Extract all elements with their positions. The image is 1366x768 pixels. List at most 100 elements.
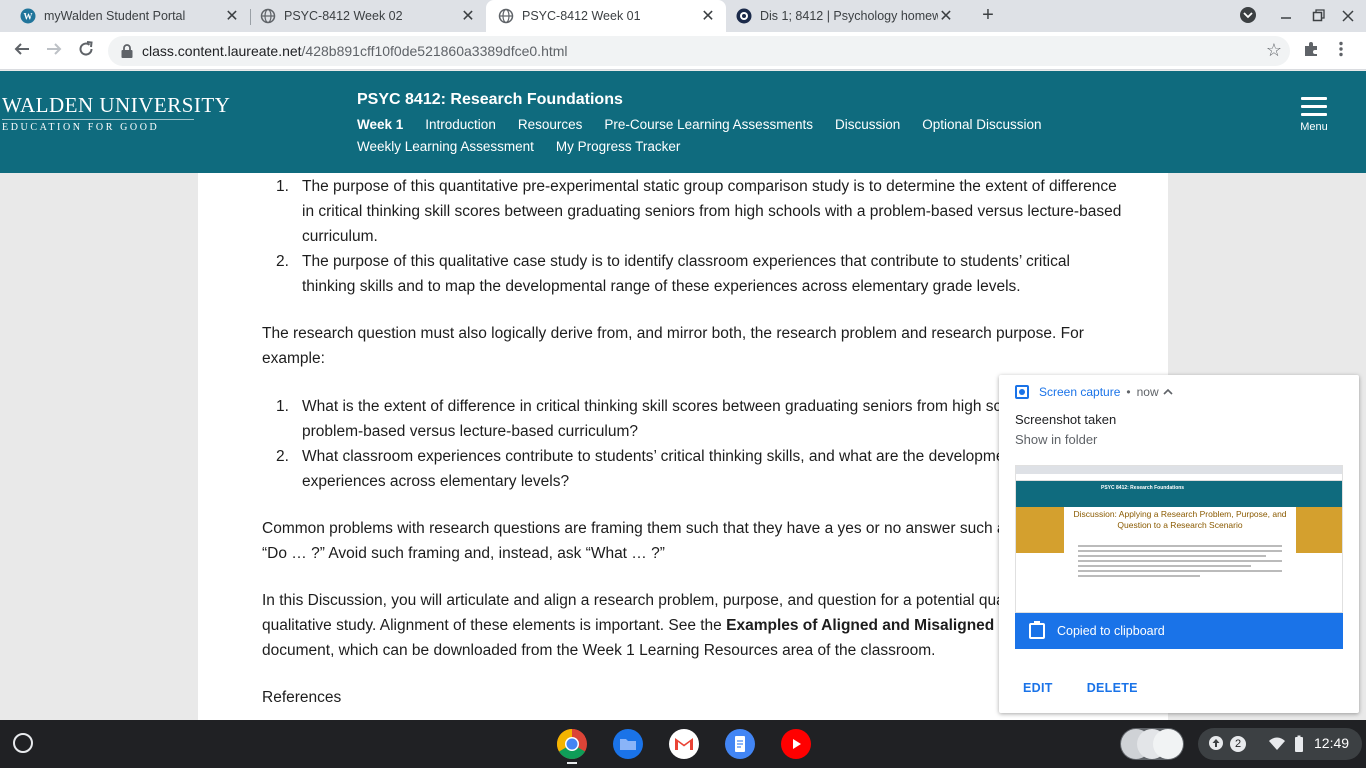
screen-capture-icon [1015,385,1029,399]
thumbnail-urlbar [1016,474,1342,481]
notification-time: now [1136,385,1159,399]
nav-discussion[interactable]: Discussion [835,114,900,136]
walden-logo[interactable]: WALDEN UNIVERSITY EDUCATION FOR GOOD [2,93,231,133]
wordpress-icon: W [20,8,36,24]
list-item-text: The purpose of this quantitative pre-exp… [302,178,1122,245]
list-item-text: What classroom experiences contribute to… [302,448,1091,490]
minimize-icon[interactable] [1276,6,1296,27]
logo-tagline: EDUCATION FOR GOOD [2,119,194,133]
clipboard-icon [1029,621,1045,639]
lock-icon[interactable] [120,43,134,59]
close-tab-icon[interactable]: ✕ [460,6,476,26]
menu-button[interactable]: Menu [1296,97,1332,133]
nav-pre-course-assessments[interactable]: Pre-Course Learning Assessments [604,114,813,136]
back-icon[interactable] [11,40,33,62]
nav-week-1[interactable]: Week 1 [357,114,403,136]
chrome-icon[interactable] [556,728,588,760]
close-tab-icon[interactable]: ✕ [700,6,716,26]
extensions-icon[interactable] [1300,40,1322,62]
list-number: 2. [276,253,289,270]
more-menu-icon[interactable] [1330,40,1352,62]
screenshot-thumbnail[interactable]: PSYC 8412: Research Foundations Discussi… [1015,465,1343,613]
nav-optional-discussion[interactable]: Optional Discussion [922,114,1041,136]
delete-button[interactable]: DELETE [1087,681,1138,695]
list-item: 1. What is the extent of difference in cr… [262,394,1122,444]
references-heading: References [262,689,342,706]
list-item-text: What is the extent of difference in crit… [302,398,1084,440]
nav-weekly-learning-assessment[interactable]: Weekly Learning Assessment [357,136,534,158]
bookmark-star-icon[interactable]: ☆ [1266,40,1282,61]
course-nav: Week 1 Introduction Resources Pre-Course Le… [357,114,1227,158]
launcher-icon[interactable] [13,733,33,753]
globe-icon [498,8,514,24]
site-header: WALDEN UNIVERSITY EDUCATION FOR GOOD PSY… [0,71,1366,173]
notification-header[interactable]: Screen capture • now [1015,385,1173,399]
upload-icon [1208,735,1224,754]
close-tab-icon[interactable]: ✕ [224,6,240,26]
address-bar[interactable]: class.content.laureate.net/428b891cff10f… [108,36,1290,66]
url-domain: class.content.laureate.net [142,43,302,59]
nav-introduction[interactable]: Introduction [425,114,496,136]
svg-text:W: W [24,12,33,22]
tab-title: PSYC-8412 Week 02 [284,9,403,23]
list-item: 2. What classroom experiences contribute … [262,444,1122,494]
list-number: 1. [276,178,289,195]
active-app-indicator [567,762,577,764]
list-number: 1. [276,398,289,415]
edit-button[interactable]: EDIT [1023,681,1053,695]
status-tray[interactable]: 2 12:49 [1198,728,1362,760]
tab-mywalden[interactable]: W myWalden Student Portal ✕ [0,0,250,32]
notification-count-badge: 2 [1230,736,1246,752]
list-item: 1. The purpose of this quantitative pre-e… [262,174,1122,249]
nav-my-progress-tracker[interactable]: My Progress Tracker [556,136,681,158]
gmail-icon[interactable] [668,728,700,760]
list-item: 2. The purpose of this qualitative case s… [262,249,1122,299]
files-icon[interactable] [612,728,644,760]
url-text[interactable]: class.content.laureate.net/428b891cff10f… [142,43,568,59]
logo-name: WALDEN UNIVERSITY [2,93,231,117]
new-tab-button[interactable]: + [976,4,1000,28]
screenshot-notification[interactable]: Screen capture • now Screenshot taken Sh… [999,375,1359,713]
question-examples-list: 1. What is the extent of difference in cr… [262,394,1122,494]
purpose-examples-list: 1. The purpose of this quantitative pre-e… [262,174,1122,299]
paragraph-text: document, which can be downloaded from t… [262,642,936,659]
close-tab-icon[interactable]: ✕ [938,6,954,26]
notification-actions: EDIT DELETE [1023,681,1172,695]
show-in-folder-link[interactable]: Show in folder [1015,432,1097,447]
paragraph-research-question: The research question must also logicall… [262,325,1084,367]
battery-icon [1294,735,1304,756]
list-number: 2. [276,448,289,465]
docs-icon[interactable] [724,728,756,760]
thumbnail-tabstrip [1016,466,1342,474]
forward-icon[interactable] [43,40,65,62]
holding-space-thumbnails[interactable] [1120,728,1184,760]
tab-dis1[interactable]: Dis 1; 8412 | Psychology homew ✕ [726,0,964,32]
tab-week02[interactable]: PSYC-8412 Week 02 ✕ [240,0,486,32]
nav-resources[interactable]: Resources [518,114,583,136]
tab-week01[interactable]: PSYC-8412 Week 01 ✕ [486,0,726,32]
tab-search-icon[interactable] [1238,6,1258,27]
chevron-up-icon[interactable] [1163,385,1173,399]
tab-title: myWalden Student Portal [44,9,186,23]
copied-to-clipboard-banner: Copied to clipboard [1015,613,1343,649]
notification-source: Screen capture [1039,385,1121,399]
thumbnail-page: Discussion: Applying a Research Problem,… [1064,507,1296,612]
tab-title: PSYC-8412 Week 01 [522,9,641,23]
youtube-icon[interactable] [780,728,812,760]
tab-title: Dis 1; 8412 | Psychology homew [760,9,938,23]
thumbnail-course-title: PSYC 8412: Research Foundations [1101,485,1185,491]
site-favicon-icon [736,8,752,24]
url-path: /428b891cff10f0de521860a3389dfce0.html [301,43,568,59]
separator-dot: • [1126,385,1131,399]
hamburger-icon [1296,97,1332,116]
reload-icon[interactable] [75,40,97,62]
restore-icon[interactable] [1308,6,1328,27]
thumbnail-header: PSYC 8412: Research Foundations [1016,481,1342,507]
thumbnail-text-lines [1078,545,1282,577]
clock: 12:49 [1314,735,1350,751]
close-window-icon[interactable] [1338,6,1358,27]
paragraph-common-problems: Common problems with research questions … [262,520,1115,562]
tab-strip: W myWalden Student Portal ✕ PSYC-8412 We… [0,0,1366,32]
thumbnail-title: Discussion: Applying a Research Problem,… [1073,509,1287,530]
browser-toolbar: class.content.laureate.net/428b891cff10f… [0,32,1366,70]
